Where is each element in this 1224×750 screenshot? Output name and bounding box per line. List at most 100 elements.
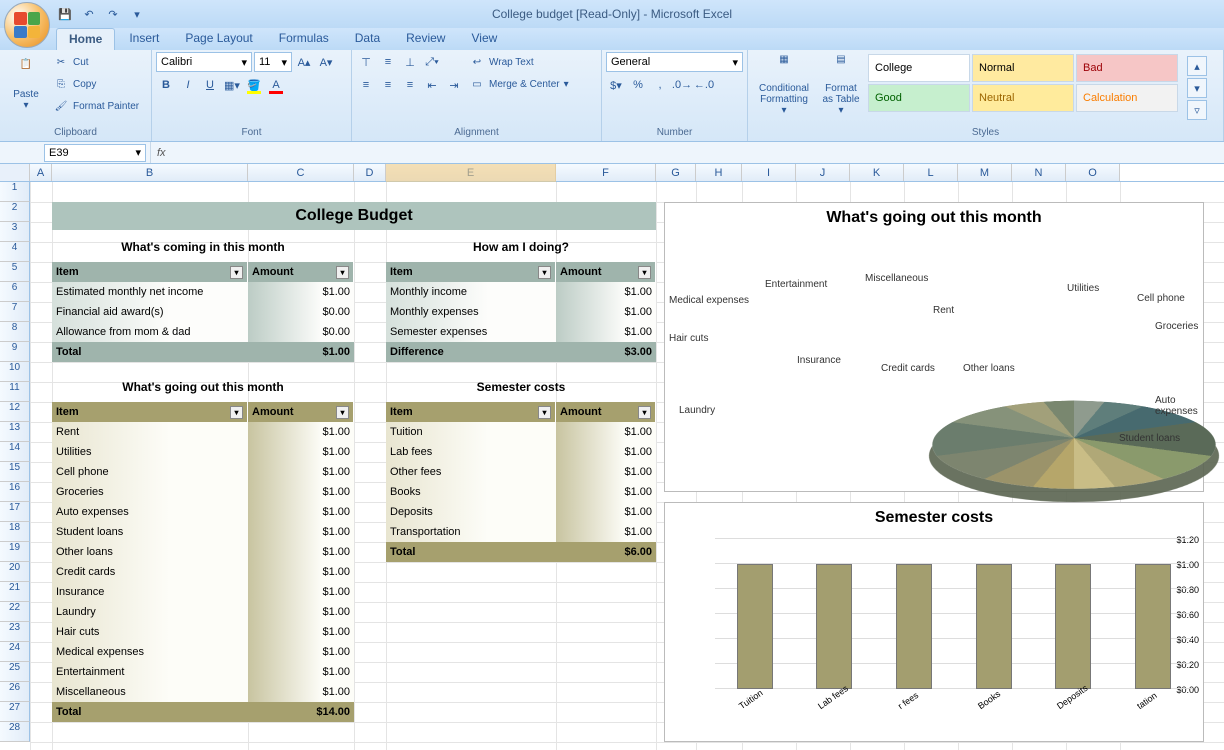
row-header[interactable]: 7 bbox=[0, 302, 30, 322]
font-name-combo[interactable]: Calibri▾ bbox=[156, 52, 252, 72]
row-header[interactable]: 23 bbox=[0, 622, 30, 642]
table-cell[interactable]: $1.00 bbox=[248, 462, 354, 482]
align-center-button[interactable]: ≡ bbox=[378, 75, 398, 95]
filter-icon[interactable]: ▾ bbox=[336, 406, 349, 419]
align-top-button[interactable]: ⊤ bbox=[356, 52, 376, 72]
grow-font-button[interactable]: A▴ bbox=[294, 52, 314, 72]
filter-icon[interactable]: ▾ bbox=[638, 406, 651, 419]
select-all-button[interactable] bbox=[0, 164, 30, 181]
table-cell[interactable]: Monthly expenses bbox=[386, 302, 556, 322]
row-header[interactable]: 15 bbox=[0, 462, 30, 482]
tab-data[interactable]: Data bbox=[343, 28, 392, 50]
row-header[interactable]: 4 bbox=[0, 242, 30, 262]
table-cell[interactable]: Lab fees bbox=[386, 442, 556, 462]
table-header[interactable]: Item▾ bbox=[52, 402, 248, 422]
table-cell[interactable]: Groceries bbox=[52, 482, 248, 502]
gallery-down-button[interactable]: ▾ bbox=[1187, 78, 1207, 98]
table-cell[interactable]: Deposits bbox=[386, 502, 556, 522]
undo-icon[interactable]: ↶ bbox=[80, 5, 98, 23]
italic-button[interactable]: I bbox=[178, 75, 198, 95]
row-header[interactable]: 3 bbox=[0, 222, 30, 242]
table-cell[interactable]: $1.00 bbox=[248, 602, 354, 622]
column-header[interactable]: G bbox=[656, 164, 696, 181]
table-cell[interactable]: Auto expenses bbox=[52, 502, 248, 522]
table-cell[interactable]: Transportation bbox=[386, 522, 556, 542]
table-header[interactable]: Item▾ bbox=[52, 262, 248, 282]
column-header[interactable]: B bbox=[52, 164, 248, 181]
row-header[interactable]: 25 bbox=[0, 662, 30, 682]
table-cell[interactable]: $1.00 bbox=[248, 442, 354, 462]
column-header[interactable]: L bbox=[904, 164, 958, 181]
table-cell[interactable]: Medical expenses bbox=[52, 642, 248, 662]
align-bottom-button[interactable]: ⊥ bbox=[400, 52, 420, 72]
table-cell[interactable]: $1.00 bbox=[556, 302, 656, 322]
table-cell[interactable]: Semester expenses bbox=[386, 322, 556, 342]
table-cell[interactable]: Miscellaneous bbox=[52, 682, 248, 702]
table-cell[interactable]: $1.00 bbox=[556, 522, 656, 542]
table-cell[interactable]: Tuition bbox=[386, 422, 556, 442]
filter-icon[interactable]: ▾ bbox=[538, 406, 551, 419]
align-right-button[interactable]: ≡ bbox=[400, 75, 420, 95]
save-icon[interactable]: 💾 bbox=[56, 5, 74, 23]
table-cell[interactable]: Other loans bbox=[52, 542, 248, 562]
table-cell[interactable]: $0.00 bbox=[248, 322, 354, 342]
column-header[interactable]: I bbox=[742, 164, 796, 181]
number-format-combo[interactable]: General▾ bbox=[606, 52, 743, 72]
table-cell[interactable]: Monthly income bbox=[386, 282, 556, 302]
tab-home[interactable]: Home bbox=[56, 28, 115, 50]
bar-chart[interactable]: Semester costs$0.00$0.20$0.40$0.60$0.80$… bbox=[664, 502, 1204, 742]
paste-button[interactable]: 📋 Paste ▾ bbox=[4, 52, 48, 118]
column-header[interactable]: N bbox=[1012, 164, 1066, 181]
table-cell[interactable]: $1.00 bbox=[248, 522, 354, 542]
table-cell[interactable]: Insurance bbox=[52, 582, 248, 602]
worksheet[interactable]: 1234567891011121314151617181920212223242… bbox=[0, 182, 1224, 750]
table-cell[interactable]: $1.00 bbox=[556, 282, 656, 302]
style-cell[interactable]: Normal bbox=[972, 54, 1074, 82]
row-header[interactable]: 18 bbox=[0, 522, 30, 542]
column-header[interactable]: F bbox=[556, 164, 656, 181]
table-cell[interactable]: $1.00 bbox=[556, 482, 656, 502]
font-color-button[interactable]: A bbox=[266, 75, 286, 95]
conditional-formatting-button[interactable]: ▦ Conditional Formatting▾ bbox=[752, 52, 816, 118]
row-header[interactable]: 12 bbox=[0, 402, 30, 422]
table-cell[interactable]: $1.00 bbox=[248, 562, 354, 582]
table-cell[interactable]: $1.00 bbox=[248, 282, 354, 302]
table-cell[interactable]: Hair cuts bbox=[52, 622, 248, 642]
table-cell[interactable]: $1.00 bbox=[248, 482, 354, 502]
table-cell[interactable]: Utilities bbox=[52, 442, 248, 462]
column-header[interactable]: A bbox=[30, 164, 52, 181]
filter-icon[interactable]: ▾ bbox=[336, 266, 349, 279]
style-cell[interactable]: College bbox=[868, 54, 970, 82]
table-header[interactable]: Amount▾ bbox=[248, 402, 354, 422]
table-cell[interactable]: Estimated monthly net income bbox=[52, 282, 248, 302]
table-cell[interactable]: Other fees bbox=[386, 462, 556, 482]
indent-increase-button[interactable]: ⇥ bbox=[444, 75, 464, 95]
shrink-font-button[interactable]: A▾ bbox=[316, 52, 336, 72]
tab-review[interactable]: Review bbox=[394, 28, 457, 50]
percent-button[interactable]: % bbox=[628, 75, 648, 95]
tab-view[interactable]: View bbox=[459, 28, 509, 50]
style-cell[interactable]: Neutral bbox=[972, 84, 1074, 112]
table-cell[interactable]: Financial aid award(s) bbox=[52, 302, 248, 322]
copy-button[interactable]: ⎘Copy bbox=[51, 74, 141, 94]
column-header[interactable]: M bbox=[958, 164, 1012, 181]
format-painter-button[interactable]: 🖌Format Painter bbox=[51, 96, 141, 116]
table-cell[interactable]: $0.00 bbox=[248, 302, 354, 322]
table-cell[interactable]: $1.00 bbox=[248, 682, 354, 702]
filter-icon[interactable]: ▾ bbox=[230, 266, 243, 279]
row-header[interactable]: 20 bbox=[0, 562, 30, 582]
increase-decimal-button[interactable]: .0→ bbox=[672, 75, 692, 95]
formula-input[interactable] bbox=[172, 145, 1224, 161]
row-header[interactable]: 1 bbox=[0, 182, 30, 202]
wrap-text-button[interactable]: ↩Wrap Text bbox=[467, 52, 571, 72]
table-cell[interactable]: Credit cards bbox=[52, 562, 248, 582]
tab-page-layout[interactable]: Page Layout bbox=[173, 28, 264, 50]
tab-formulas[interactable]: Formulas bbox=[267, 28, 341, 50]
indent-decrease-button[interactable]: ⇤ bbox=[422, 75, 442, 95]
row-header[interactable]: 22 bbox=[0, 602, 30, 622]
tab-insert[interactable]: Insert bbox=[117, 28, 171, 50]
column-header[interactable]: D bbox=[354, 164, 386, 181]
currency-button[interactable]: $▾ bbox=[606, 75, 626, 95]
filter-icon[interactable]: ▾ bbox=[638, 266, 651, 279]
table-cell[interactable]: $1.00 bbox=[248, 622, 354, 642]
